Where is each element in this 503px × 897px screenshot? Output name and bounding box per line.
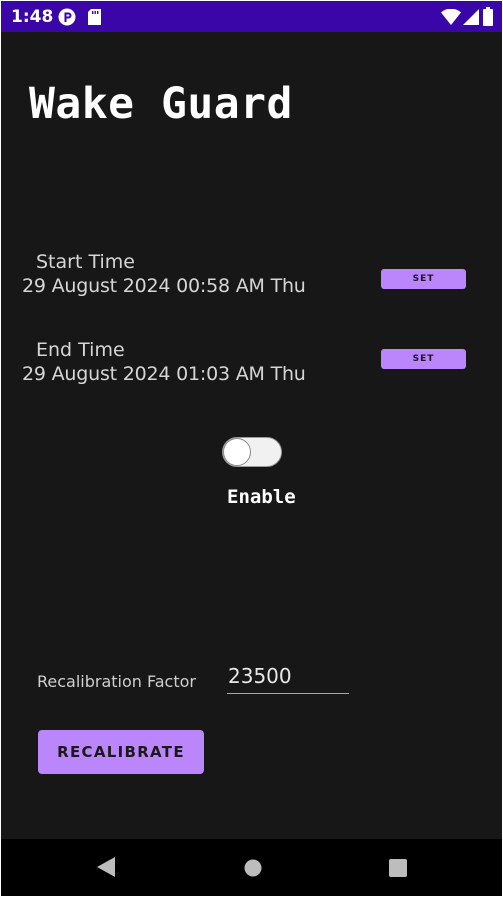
- status-time: 1:48: [11, 7, 54, 27]
- start-time-set-button[interactable]: SET: [381, 269, 466, 289]
- app-notification-icon: [58, 8, 76, 31]
- enable-switch[interactable]: [222, 437, 282, 467]
- recents-icon[interactable]: [389, 859, 407, 882]
- status-bar: 1:48: [1, 1, 502, 32]
- recalibrate-button[interactable]: RECALIBRATE: [38, 730, 204, 774]
- signal-icon: [463, 9, 479, 30]
- app-screen: 1:48 Wake Guard Start Time 29 August 202…: [1, 1, 502, 896]
- switch-thumb: [223, 438, 251, 466]
- recalibration-factor-label: Recalibration Factor: [37, 672, 196, 691]
- start-time-value: 29 August 2024 00:58 AM Thu: [22, 275, 306, 297]
- navigation-bar: [1, 839, 502, 896]
- back-icon[interactable]: [97, 857, 115, 882]
- end-time-value: 29 August 2024 01:03 AM Thu: [22, 363, 306, 385]
- end-time-set-button[interactable]: SET: [381, 349, 466, 369]
- battery-icon: [483, 7, 493, 31]
- sd-card-icon: [88, 9, 101, 30]
- app-title: Wake Guard: [29, 79, 293, 129]
- enable-label: Enable: [227, 486, 296, 508]
- home-icon[interactable]: [244, 859, 262, 882]
- end-time-label: End Time: [36, 339, 125, 361]
- wifi-icon: [441, 8, 461, 30]
- start-time-label: Start Time: [36, 251, 135, 273]
- recalibration-factor-input[interactable]: [227, 658, 349, 694]
